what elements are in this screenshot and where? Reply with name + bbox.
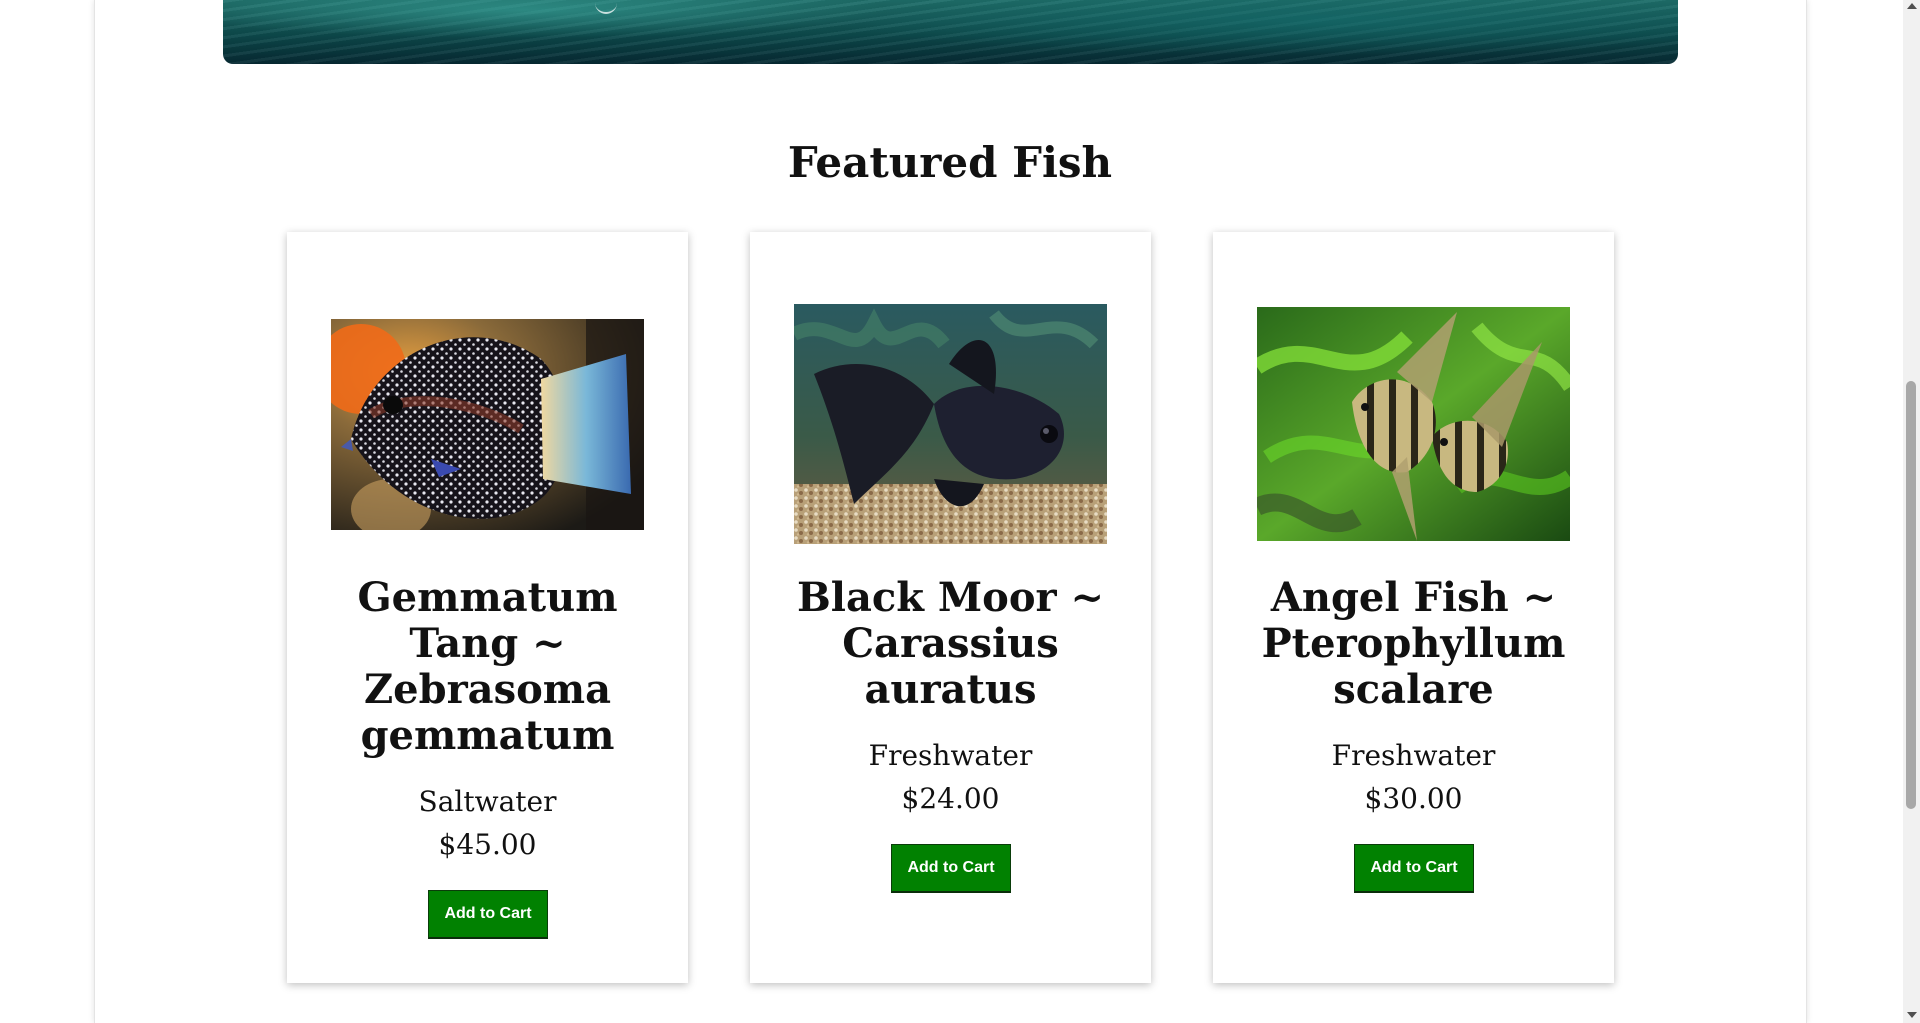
product-price: $45.00	[438, 828, 537, 861]
scroll-up-arrow-icon[interactable]	[1907, 3, 1917, 9]
hero-ripple-decoration	[595, 0, 617, 14]
product-water-type: Freshwater	[1331, 739, 1496, 772]
hero-banner-image	[223, 0, 1678, 64]
add-to-cart-button[interactable]: Add to Cart	[1354, 844, 1474, 893]
black-moor-photo	[794, 304, 1107, 544]
product-image-black-moor[interactable]	[794, 304, 1107, 544]
scrollbar-thumb[interactable]	[1906, 381, 1916, 809]
scroll-down-arrow-icon[interactable]	[1907, 1012, 1917, 1018]
product-card-angel-fish: Angel Fish ~ Pterophyllum scalare Freshw…	[1213, 232, 1614, 983]
add-to-cart-button[interactable]: Add to Cart	[428, 890, 548, 939]
add-to-cart-button[interactable]: Add to Cart	[891, 844, 1011, 893]
product-name[interactable]: Gemmatum Tang ~ Zebrasoma gemmatum	[307, 575, 668, 759]
product-water-type: Freshwater	[868, 739, 1033, 772]
product-price: $24.00	[901, 782, 1000, 815]
vertical-scrollbar[interactable]	[1903, 0, 1920, 1023]
product-image-gemmatum-tang[interactable]	[331, 319, 644, 530]
product-price: $30.00	[1364, 782, 1463, 815]
product-card-black-moor: Black Moor ~ Carassius auratus Freshwate…	[750, 232, 1151, 983]
product-card-gemmatum-tang: Gemmatum Tang ~ Zebrasoma gemmatum Saltw…	[287, 232, 688, 983]
section-title: Featured Fish	[787, 138, 1113, 187]
product-water-type: Saltwater	[418, 785, 557, 818]
product-name[interactable]: Angel Fish ~ Pterophyllum scalare	[1233, 575, 1594, 713]
product-image-angel-fish[interactable]	[1257, 307, 1570, 541]
gemmatum-tang-photo	[331, 319, 644, 530]
angel-fish-photo	[1257, 307, 1570, 541]
product-name[interactable]: Black Moor ~ Carassius auratus	[770, 575, 1131, 713]
